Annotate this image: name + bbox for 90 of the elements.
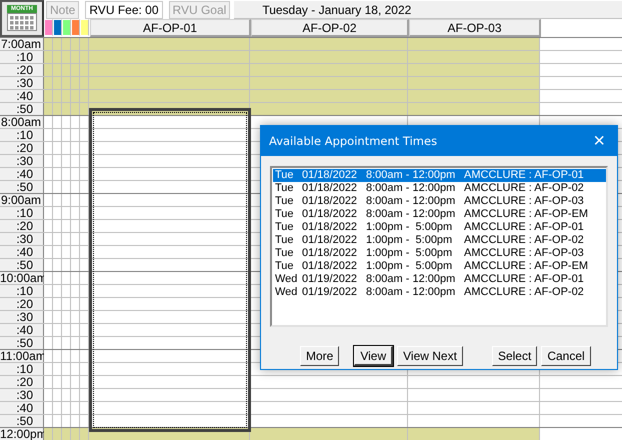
dialog-button[interactable]: Cancel <box>541 346 591 366</box>
note-slot[interactable] <box>44 103 53 115</box>
column-header[interactable]: AF-OP-03 <box>409 19 541 37</box>
appointment-item[interactable]: Tue 01/18/2022 1:00pm - 5:00pm AMCCLURE : AF-OP-03 <box>273 247 606 260</box>
appointment-item[interactable]: Wed 01/19/2022 8:00am - 12:00pm AMCCLURE : AF-OP-02 <box>273 286 606 299</box>
note-slot[interactable] <box>80 38 89 50</box>
appointment-item[interactable]: Tue 01/18/2022 1:00pm - 5:00pm AMCCLURE : AF-OP-02 <box>273 234 606 247</box>
note-slot[interactable] <box>53 77 62 89</box>
note-slot[interactable] <box>71 103 80 115</box>
note-slot[interactable] <box>44 64 53 76</box>
note-slot[interactable] <box>44 272 53 284</box>
note-slot[interactable] <box>80 77 89 89</box>
note-slot[interactable] <box>71 428 80 440</box>
dialog-title: Available Appointment Times <box>269 134 438 148</box>
time-label: :20 <box>0 142 44 154</box>
time-label: :20 <box>0 64 44 76</box>
time-label: :30 <box>0 389 44 401</box>
note-slot[interactable] <box>80 428 89 440</box>
note-slot[interactable] <box>71 64 80 76</box>
time-label: :30 <box>0 155 44 167</box>
note-slot[interactable] <box>80 64 89 76</box>
note-slot[interactable] <box>44 90 53 102</box>
note-slot[interactable] <box>62 428 71 440</box>
note-slot[interactable] <box>80 51 89 63</box>
note-slot[interactable] <box>80 90 89 102</box>
note-slot[interactable] <box>44 77 53 89</box>
time-label: :50 <box>0 259 44 271</box>
time-label: :30 <box>0 77 44 89</box>
note-slot[interactable] <box>53 38 62 50</box>
note-slot[interactable] <box>71 38 80 50</box>
appointment-item[interactable]: Tue 01/18/2022 8:00am - 12:00pm AMCCLURE : AF-OP-01 <box>273 169 606 182</box>
close-button[interactable]: × <box>589 131 609 151</box>
time-label: :50 <box>0 415 44 427</box>
time-label: :30 <box>0 311 44 323</box>
time-label: :20 <box>0 376 44 388</box>
note-slot[interactable] <box>53 64 62 76</box>
column-header[interactable]: AF-OP-02 <box>251 19 409 37</box>
time-label: :10 <box>0 129 44 141</box>
appointment-item[interactable]: Tue 01/18/2022 1:00pm - 5:00pm AMCCLURE : AF-OP-EM <box>273 260 606 273</box>
note-slot[interactable] <box>44 51 53 63</box>
dialog-button[interactable]: View Next <box>397 346 463 366</box>
time-label: :10 <box>0 207 44 219</box>
note-slot[interactable] <box>53 103 62 115</box>
dialog-button[interactable]: More <box>300 346 340 366</box>
note-slot[interactable] <box>80 103 89 115</box>
note-slot[interactable] <box>62 77 71 89</box>
time-label: :10 <box>0 51 44 63</box>
time-label: :40 <box>0 324 44 336</box>
dialog-button[interactable]: Select <box>492 346 538 366</box>
time-label: :50 <box>0 337 44 349</box>
dialog-button[interactable]: View <box>354 346 394 366</box>
note-slot[interactable] <box>62 64 71 76</box>
time-label: :30 <box>0 233 44 245</box>
time-label: 9:00am <box>0 194 44 206</box>
selected-time-block[interactable] <box>89 108 251 432</box>
note-slot[interactable] <box>44 428 53 440</box>
note-slot[interactable] <box>53 428 62 440</box>
appointment-item[interactable]: Tue 01/18/2022 8:00am - 12:00pm AMCCLURE : AF-OP-02 <box>273 182 606 195</box>
note-slot[interactable] <box>44 350 53 362</box>
time-label: :40 <box>0 90 44 102</box>
time-label: 8:00am <box>0 116 44 128</box>
time-label: :10 <box>0 363 44 375</box>
note-slot[interactable] <box>53 90 62 102</box>
note-slot[interactable] <box>71 51 80 63</box>
appointment-item[interactable]: Tue 01/18/2022 8:00am - 12:00pm AMCCLURE : AF-OP-EM <box>273 208 606 221</box>
calendar-icon <box>7 13 37 31</box>
time-label: 7:00am <box>0 38 44 50</box>
appointment-item[interactable]: Tue 01/18/2022 8:00am - 12:00pm AMCCLURE : AF-OP-03 <box>273 195 606 208</box>
time-label: :40 <box>0 168 44 180</box>
column-header[interactable]: AF-OP-01 <box>90 19 251 37</box>
time-label: :40 <box>0 246 44 258</box>
note-slot[interactable] <box>62 38 71 50</box>
toolbar-tab[interactable]: RVU Fee: 00 <box>85 1 163 19</box>
time-label: :20 <box>0 298 44 310</box>
time-label: :20 <box>0 220 44 232</box>
note-slot[interactable] <box>62 51 71 63</box>
date-title: Tuesday - January 18, 2022 <box>234 1 622 19</box>
appointment-item[interactable]: Tue 01/18/2022 1:00pm - 5:00pm AMCCLURE : AF-OP-01 <box>273 221 606 234</box>
time-label: :50 <box>0 103 44 115</box>
appointment-item[interactable]: Wed 01/19/2022 8:00am - 12:00pm AMCCLURE : AF-OP-01 <box>273 273 606 286</box>
note-slot[interactable] <box>71 90 80 102</box>
note-slot[interactable] <box>71 77 80 89</box>
time-label: :40 <box>0 402 44 414</box>
time-label: :50 <box>0 181 44 193</box>
time-label: 11:00am <box>0 350 44 362</box>
note-slot[interactable] <box>53 51 62 63</box>
note-slot[interactable] <box>62 90 71 102</box>
note-slot[interactable] <box>44 38 53 50</box>
note-slot[interactable] <box>62 103 71 115</box>
time-label: :10 <box>0 285 44 297</box>
